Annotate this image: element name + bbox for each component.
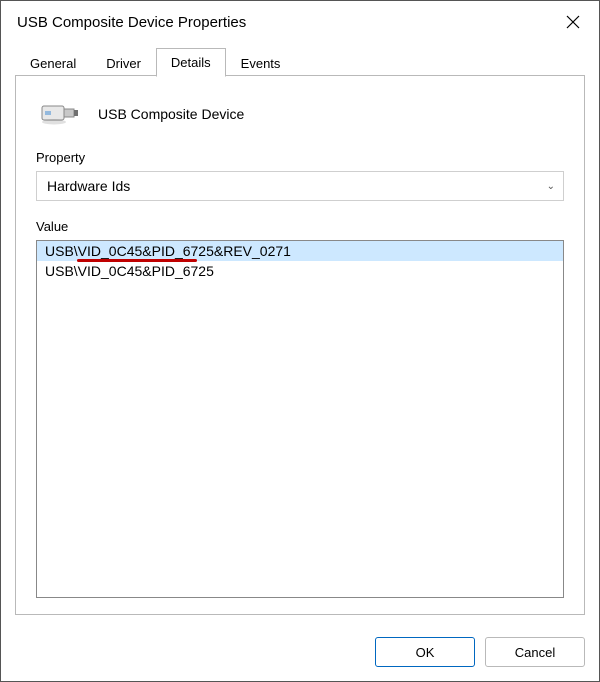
tab-events[interactable]: Events bbox=[226, 49, 296, 77]
tab-general[interactable]: General bbox=[15, 49, 91, 77]
tab-driver[interactable]: Driver bbox=[91, 49, 156, 77]
list-item-text: USB\VID_0C45&PID_6725 bbox=[45, 263, 214, 279]
tab-bar: General Driver Details Events bbox=[15, 47, 585, 76]
close-icon bbox=[566, 15, 580, 29]
dialog-content: General Driver Details Events USB Compos… bbox=[1, 43, 599, 623]
usb-device-icon bbox=[40, 100, 80, 128]
value-listbox[interactable]: USB\VID_0C45&PID_6725&REV_0271 USB\VID_0… bbox=[36, 240, 564, 598]
tab-panel-details: USB Composite Device Property Hardware I… bbox=[15, 75, 585, 615]
value-label: Value bbox=[36, 219, 564, 234]
list-item[interactable]: USB\VID_0C45&PID_6725 bbox=[37, 261, 563, 281]
property-label: Property bbox=[36, 150, 564, 165]
close-button[interactable] bbox=[551, 6, 595, 38]
titlebar: USB Composite Device Properties bbox=[1, 1, 599, 43]
property-selected-value: Hardware Ids bbox=[47, 178, 130, 194]
device-header: USB Composite Device bbox=[36, 92, 564, 148]
tab-details[interactable]: Details bbox=[156, 48, 226, 77]
property-dropdown[interactable]: Hardware Ids ⌄ bbox=[36, 171, 564, 201]
device-name: USB Composite Device bbox=[98, 106, 244, 122]
cancel-button[interactable]: Cancel bbox=[485, 637, 585, 667]
properties-dialog: USB Composite Device Properties General … bbox=[0, 0, 600, 682]
window-title: USB Composite Device Properties bbox=[17, 14, 246, 31]
dialog-footer: OK Cancel bbox=[1, 623, 599, 681]
chevron-down-icon: ⌄ bbox=[547, 181, 555, 192]
list-item-text: USB\VID_0C45&PID_6725&REV_0271 bbox=[45, 243, 291, 259]
ok-button[interactable]: OK bbox=[375, 637, 475, 667]
list-item[interactable]: USB\VID_0C45&PID_6725&REV_0271 bbox=[37, 241, 563, 261]
